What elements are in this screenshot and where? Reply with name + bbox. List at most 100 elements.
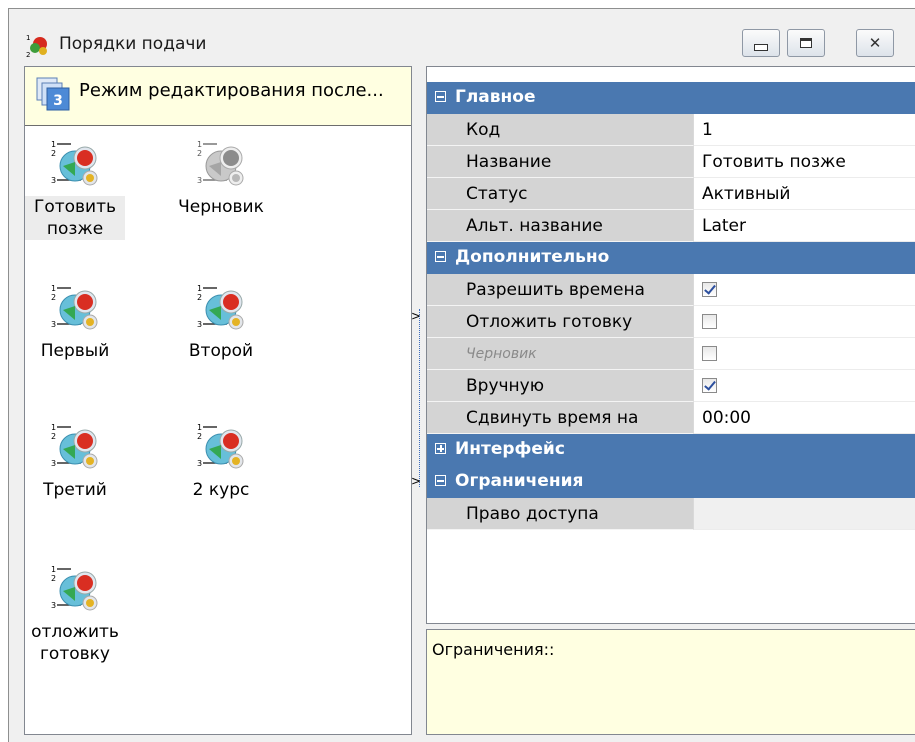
- serving-order-list[interactable]: 3 Режим редактирования после... 1 2 3 Го…: [24, 66, 412, 735]
- svg-text:3: 3: [197, 459, 202, 468]
- serving-order-icon: 1 2 3: [51, 284, 98, 330]
- svg-text:1: 1: [51, 284, 56, 293]
- svg-text:1: 1: [197, 284, 202, 293]
- property-row-draft[interactable]: Черновик: [427, 338, 915, 370]
- svg-text:3: 3: [51, 459, 56, 468]
- postpone-cooking-checkbox[interactable]: [702, 314, 717, 329]
- svg-text:1: 1: [197, 423, 202, 432]
- svg-text:3: 3: [197, 176, 202, 185]
- title-bar[interactable]: 1 2 Порядки подачи ✕: [9, 9, 915, 64]
- svg-text:2: 2: [51, 574, 56, 583]
- property-value[interactable]: [693, 274, 915, 306]
- property-row-shift-time[interactable]: Сдвинуть время на 00:00: [427, 402, 915, 434]
- list-item-third[interactable]: 1 2 3 Третий: [25, 419, 125, 501]
- svg-text:3: 3: [51, 176, 56, 185]
- property-name: Название: [427, 146, 693, 178]
- minimize-button[interactable]: [742, 29, 780, 57]
- property-row-name[interactable]: Название Готовить позже: [427, 146, 915, 178]
- window-title: Порядки подачи: [59, 34, 207, 54]
- svg-text:3: 3: [51, 320, 56, 329]
- property-name: Код: [427, 114, 693, 146]
- edit-mode-text: Режим редактирования после...: [79, 80, 384, 101]
- svg-text:1: 1: [197, 140, 202, 149]
- property-value[interactable]: 00:00: [693, 402, 915, 434]
- svg-text:2: 2: [26, 51, 30, 59]
- svg-text:3: 3: [51, 601, 56, 610]
- svg-text:2: 2: [51, 149, 56, 158]
- svg-text:2: 2: [197, 149, 202, 158]
- property-value[interactable]: [693, 306, 915, 338]
- close-button[interactable]: ✕: [856, 29, 894, 57]
- close-icon: ✕: [868, 33, 882, 52]
- svg-text:3: 3: [53, 93, 63, 109]
- property-name: Вручную: [427, 370, 693, 402]
- property-value[interactable]: 1: [693, 114, 915, 146]
- svg-text:3: 3: [197, 320, 202, 329]
- maximize-button[interactable]: [787, 29, 825, 57]
- list-item-postpone-cooking[interactable]: 1 2 3 отложить готовку: [25, 561, 125, 665]
- property-row-manual[interactable]: Вручную: [427, 370, 915, 402]
- list-item-first[interactable]: 1 2 3 Первый: [25, 280, 125, 362]
- allow-times-checkbox[interactable]: [702, 282, 717, 297]
- svg-text:2: 2: [197, 293, 202, 302]
- property-value[interactable]: [693, 498, 915, 530]
- collapse-icon[interactable]: [435, 475, 446, 486]
- property-name: Разрешить времена: [427, 274, 693, 306]
- property-row-access-right[interactable]: Право доступа: [427, 498, 915, 530]
- svg-text:1: 1: [51, 565, 56, 574]
- property-value[interactable]: Готовить позже: [693, 146, 915, 178]
- list-item-second[interactable]: 1 2 3 Второй: [171, 280, 271, 362]
- property-name: Статус: [427, 178, 693, 210]
- serving-order-icon: 1 2 3: [51, 565, 98, 611]
- property-grid[interactable]: Главное Код 1 Название Готовить позже Ст…: [426, 66, 915, 624]
- expand-icon[interactable]: [435, 443, 446, 454]
- svg-text:2: 2: [197, 432, 202, 441]
- svg-text:2: 2: [51, 432, 56, 441]
- property-value[interactable]: Later: [693, 210, 915, 242]
- property-row-alt-name[interactable]: Альт. название Later: [427, 210, 915, 242]
- property-name: Сдвинуть время на: [427, 402, 693, 434]
- category-label: Главное: [455, 87, 536, 107]
- list-item-cook-later[interactable]: 1 2 3 Готовить позже: [25, 136, 125, 240]
- serving-order-icon: 1 2 3: [197, 284, 244, 330]
- manual-checkbox[interactable]: [702, 378, 717, 393]
- category-restrictions[interactable]: Ограничения: [427, 466, 915, 498]
- serving-order-icon: 1 2 3: [51, 423, 98, 469]
- property-row-status[interactable]: Статус Активный: [427, 178, 915, 210]
- list-item-2-course[interactable]: 1 2 3 2 курс: [171, 419, 271, 501]
- property-name: Право доступа: [427, 498, 693, 530]
- property-name: Альт. название: [427, 210, 693, 242]
- edit-mode-icon: 3: [36, 77, 70, 111]
- property-value[interactable]: [693, 338, 915, 370]
- property-value[interactable]: [693, 370, 915, 402]
- svg-text:2: 2: [51, 293, 56, 302]
- minimize-icon: [754, 43, 768, 51]
- description-panel: Ограничения::: [426, 629, 915, 735]
- app-icon: 1 2: [26, 34, 47, 59]
- edit-mode-banner[interactable]: 3 Режим редактирования после...: [25, 67, 411, 126]
- serving-order-window: 1 2 Порядки подачи ✕ 3 Режим редактирова…: [8, 8, 915, 742]
- collapse-icon[interactable]: [435, 251, 446, 262]
- draft-checkbox[interactable]: [702, 346, 717, 361]
- category-label: Интерфейс: [455, 439, 565, 459]
- property-value[interactable]: Активный: [693, 178, 915, 210]
- svg-text:1: 1: [51, 423, 56, 432]
- list-item-label: Третий: [43, 480, 107, 500]
- list-item-label: Первый: [40, 341, 110, 361]
- property-row-postpone-cooking[interactable]: Отложить готовку: [427, 306, 915, 338]
- list-item-label: 2 курс: [192, 480, 250, 500]
- list-item-draft[interactable]: 1 2 3 Черновик: [171, 136, 271, 218]
- list-item-label: Второй: [188, 341, 254, 361]
- category-main[interactable]: Главное: [427, 82, 915, 114]
- serving-order-icon: 1 2 3: [51, 140, 98, 186]
- serving-order-gray-icon: 1 2 3: [197, 140, 244, 186]
- list-item-label: Готовить позже: [25, 196, 125, 240]
- property-row-allow-times[interactable]: Разрешить времена: [427, 274, 915, 306]
- serving-order-icon: 1 2 3: [197, 423, 244, 469]
- category-interface[interactable]: Интерфейс: [427, 434, 915, 466]
- category-additional[interactable]: Дополнительно: [427, 242, 915, 274]
- splitter-handle[interactable]: [419, 309, 420, 487]
- collapse-icon[interactable]: [435, 91, 446, 102]
- property-row-code[interactable]: Код 1: [427, 114, 915, 146]
- splitter-arrow-bottom[interactable]: >: [411, 474, 421, 488]
